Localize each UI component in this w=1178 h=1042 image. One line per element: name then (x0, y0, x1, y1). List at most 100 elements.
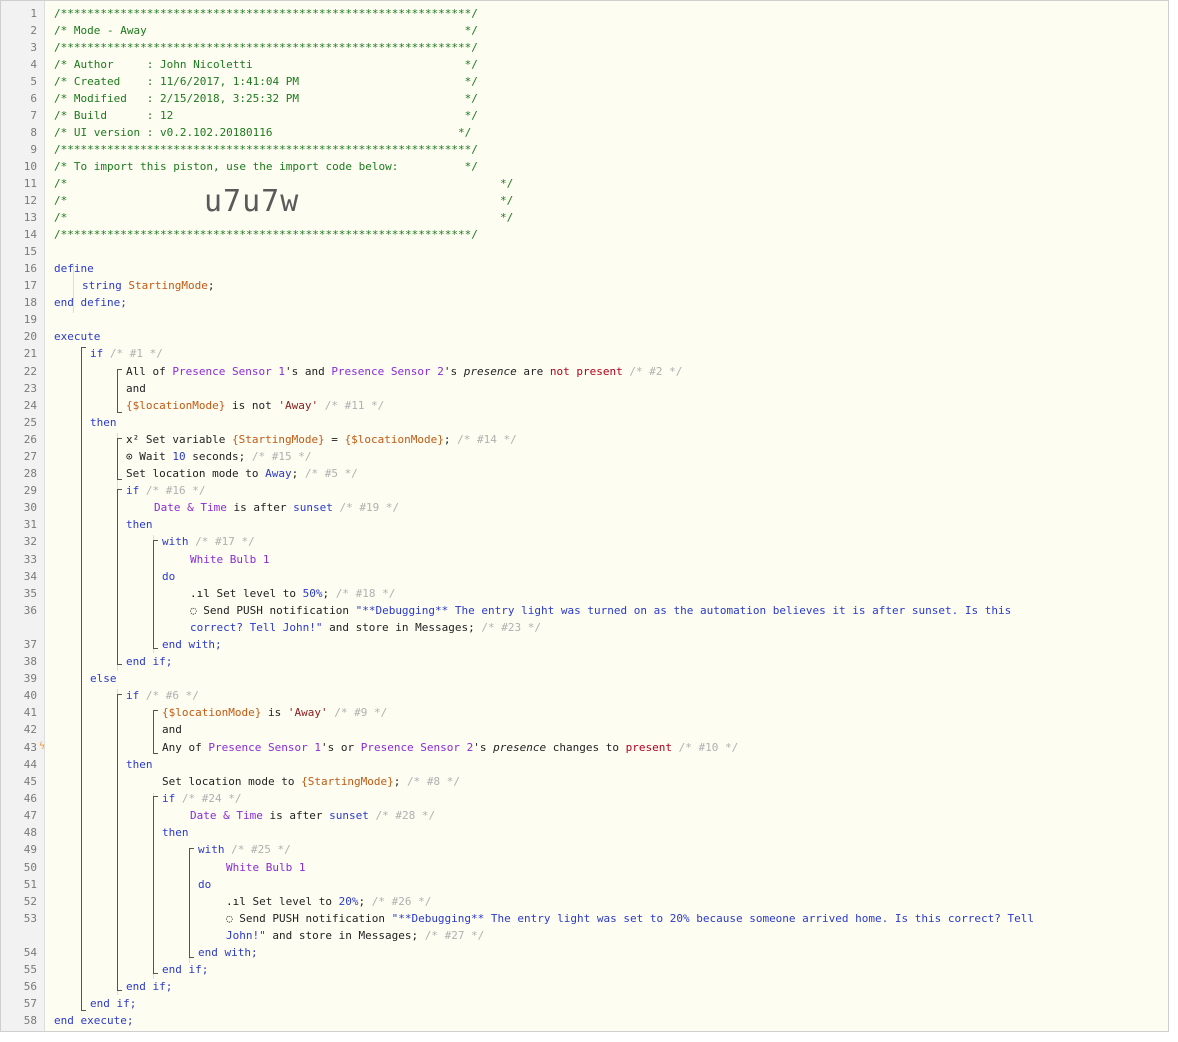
push-notification-continuation: correct? Tell John!" and store in Messag… (190, 619, 541, 636)
attribute-presence: presence (463, 365, 517, 378)
line-number: 14 (23, 228, 37, 241)
operator-present: present (625, 741, 672, 754)
end-define-keyword: end define; (54, 296, 127, 309)
line-number: 5 (30, 75, 37, 88)
if-statement-6[interactable]: if /* #6 */ (126, 687, 199, 704)
starting-mode-var: {StartingMode} (301, 775, 394, 788)
condition-presence-changes[interactable]: Any of Presence Sensor 1's or Presence S… (162, 739, 738, 756)
with-17-bracket (153, 540, 158, 649)
set-location-mode-statement[interactable]: Set location mode to {StartingMode}; /* … (162, 773, 460, 790)
equals-text: = (324, 433, 345, 446)
and-operator: and (126, 382, 146, 395)
statement-id: /* #15 */ (251, 450, 312, 463)
signal-level-icon: .ıl (226, 895, 246, 908)
device-white-bulb-1[interactable]: White Bulb 1 (226, 859, 305, 876)
statement-id: /* #17 */ (195, 535, 255, 548)
send-push-text: Send PUSH notification (196, 604, 356, 617)
semicolon: ; (443, 433, 451, 446)
header-empty-left: /* (54, 177, 68, 190)
header-empty-left: /* (54, 194, 68, 207)
statement-id: /* #19 */ (339, 501, 400, 514)
statement-id: /* #5 */ (304, 467, 358, 480)
condition-location-mode[interactable]: {$locationMode} is not 'Away' /* #11 */ (126, 397, 384, 414)
and-operator: and (162, 723, 182, 736)
line-number: 21 (23, 347, 37, 360)
statement-id: /* #28 */ (375, 809, 436, 822)
line-number: 46 (23, 792, 37, 805)
line-number: 28 (23, 467, 37, 480)
with-statement-17[interactable]: with /* #17 */ (162, 533, 255, 550)
condition-bracket (117, 369, 122, 413)
line-number: 34 (23, 570, 37, 583)
if-statement-24[interactable]: if /* #24 */ (162, 790, 241, 807)
line-number: 41 (23, 706, 37, 719)
changes-to-text: changes to (546, 741, 626, 754)
if-statement-16[interactable]: if /* #16 */ (126, 482, 205, 499)
device-presence-sensor-1: Presence Sensor 1 (208, 741, 321, 754)
condition-date-time[interactable]: Date & Time is after sunset /* #28 */ (190, 807, 435, 824)
with-statement-25[interactable]: with /* #25 */ (198, 841, 291, 858)
if-statement-1[interactable]: if /* #1 */ (90, 345, 163, 362)
set-variable-statement[interactable]: x² Set variable {StartingMode} = {$locat… (126, 431, 517, 448)
line-number: 56 (23, 980, 37, 993)
set-level-statement[interactable]: .ıl Set level to 50%; /* #18 */ (190, 585, 395, 602)
line-number: 12 (23, 194, 37, 207)
line-number: 22 (23, 365, 37, 378)
s-and-text: 's and (284, 365, 332, 378)
push-notification-statement[interactable]: ◌ Send PUSH notification "**Debugging** … (226, 910, 1034, 927)
condition-location-mode-is[interactable]: {$locationMode} is 'Away' /* #9 */ (162, 704, 387, 721)
starting-mode-var: {StartingMode} (231, 433, 325, 446)
line-number: 53 (23, 912, 37, 925)
header-author: /* Author : John Nicoletti */ (54, 58, 478, 71)
push-notification-statement[interactable]: ◌ Send PUSH notification "**Debugging** … (190, 602, 1011, 619)
statement-id: /* #2 */ (629, 365, 683, 378)
value-sunset: sunset (329, 809, 369, 822)
variable-declaration[interactable]: string StartingMode; (82, 277, 214, 294)
signal-level-icon: .ıl (190, 587, 210, 600)
semicolon: ; (393, 775, 401, 788)
statement-id: /* #16 */ (145, 484, 206, 497)
line-number: 27 (23, 450, 37, 463)
s-text: 's (443, 365, 464, 378)
line-number: 19 (23, 313, 37, 326)
do-keyword: do (198, 878, 212, 891)
end-if-keyword: end if; (162, 963, 209, 976)
header-title: /* Mode - Away */ (54, 24, 478, 37)
variable-name: StartingMode (128, 279, 208, 292)
line-number: 43 (23, 741, 37, 754)
if-16-bracket (117, 489, 122, 665)
statement-id: /* #26 */ (371, 895, 432, 908)
line-number: 54 (23, 946, 37, 959)
end-if-keyword: end if; (126, 655, 173, 668)
is-after-text: is after (226, 501, 294, 514)
statement-id: /* #23 */ (481, 621, 542, 634)
condition-presence[interactable]: All of Presence Sensor 1's and Presence … (126, 363, 682, 380)
line-number: 1 (30, 7, 37, 20)
location-mode-var: {$locationMode} (344, 433, 444, 446)
then-statements-bracket (117, 438, 122, 480)
line-number: 47 (23, 809, 37, 822)
statement-id: /* #8 */ (407, 775, 461, 788)
line-number: 31 (23, 518, 37, 531)
line-number: 58 (23, 1014, 37, 1027)
if-keyword: if (126, 484, 140, 497)
header-border: /***************************************… (54, 41, 478, 54)
import-code[interactable]: u7u7w (204, 187, 299, 217)
line-number: 4 (30, 58, 37, 71)
if-24-bracket (153, 796, 158, 974)
wait-statement[interactable]: ⊙ Wait 10 seconds; /* #15 */ (126, 448, 311, 465)
condition-date-time[interactable]: Date & Time is after sunset /* #19 */ (154, 499, 399, 516)
s-or-text: 's or (320, 741, 361, 754)
line-number: 3 (30, 41, 37, 54)
all-of-text: All of (126, 365, 173, 378)
string-away: 'Away' (287, 706, 328, 719)
semicolon: ; (358, 895, 366, 908)
condition-bracket-2 (153, 710, 158, 754)
statement-id: /* #6 */ (145, 689, 199, 702)
line-number: 48 (23, 826, 37, 839)
line-number: 26 (23, 433, 37, 446)
set-level-statement[interactable]: .ıl Set level to 20%; /* #26 */ (226, 893, 431, 910)
set-location-mode-statement[interactable]: Set location mode to Away; /* #5 */ (126, 465, 358, 482)
device-white-bulb-1[interactable]: White Bulb 1 (190, 551, 269, 568)
header-empty-right: */ (500, 177, 514, 190)
